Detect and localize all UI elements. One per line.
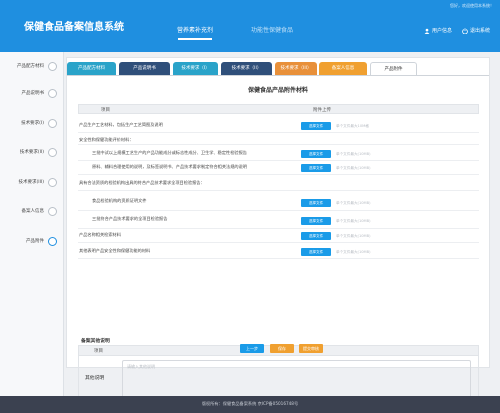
tab-tech-2[interactable]: 技术要求（II） (221, 62, 272, 75)
user-icon (424, 28, 430, 34)
tab-manual[interactable]: 产品说明书 (119, 62, 170, 75)
tab-divider (67, 75, 489, 76)
file-size-hint: 单个文件最大(10MB) (336, 166, 371, 170)
choose-file-button[interactable]: 选择文件 (301, 150, 331, 158)
col-header-item: 项目 (101, 108, 110, 113)
other-notes-placeholder: 请输入其他说明 (127, 364, 155, 369)
step-label: 产品附件 (26, 239, 44, 244)
table-row: 产品生产工艺材料，包括生产工艺简图及说明 选择文件 单个文件最大10M格 (78, 119, 479, 133)
other-section-title: 备案其他说明 (81, 339, 110, 344)
sidebar-step-formula[interactable]: 产品配方材料 (0, 60, 64, 74)
sidebar-step-tech-3[interactable]: 技术要求(III) (0, 176, 64, 190)
step-dot (48, 178, 57, 187)
step-label: 产品说明书 (21, 91, 45, 96)
row-label: 食品检验机构的资质证明文件 (92, 198, 147, 203)
step-dot (48, 62, 57, 71)
table-row: 食品检验机构的资质证明文件 选择文件 单个文件最大(10MB) (78, 195, 479, 211)
footer: 版权所有：保健食品备案系统 京ICP备05016748号 (0, 396, 500, 413)
step-dot (48, 89, 57, 98)
page-title: 保健食品产品附件材料 (247, 87, 308, 94)
nav-nutrient-supplement[interactable]: 营养素补充剂 (168, 24, 222, 44)
save-button[interactable]: 保存 (270, 344, 294, 353)
tab-tech-1[interactable]: 技术要求（I） (173, 62, 218, 75)
form-card: 产品配方材料 产品说明书 技术要求（I） 技术要求（II） 技术要求（III） … (66, 57, 490, 409)
sidebar-step-filer[interactable]: 备案人信息 (0, 205, 64, 219)
file-size-hint: 单个文件最大(10MB) (336, 201, 371, 205)
choose-file-button[interactable]: 选择文件 (301, 217, 331, 225)
choose-file-button[interactable]: 选择文件 (301, 248, 331, 256)
row-label: 其他表明产品安全性和保健功能的材料 (79, 248, 151, 253)
copyright-text: 版权所有：保健食品备案系统 京ICP备05016748号 (201, 401, 299, 406)
submit-review-button[interactable]: 提交审核 (299, 344, 323, 353)
file-size-hint: 单个文件最大10M格 (336, 124, 369, 128)
tab-filer-info[interactable]: 备案人信息 (319, 62, 367, 75)
table-row: 三批中试以上规模工艺生产的产品功能成分或标志性成分、卫生学、稳定性检验报告 选择文… (78, 147, 479, 161)
step-dot (48, 207, 57, 216)
row-label: 具有合法资质的检验机构出具的符合产品技术要求全项目检验报告： (79, 180, 205, 185)
active-underline (178, 38, 212, 40)
action-bar: 上一步 保存 提交审核 (0, 344, 500, 354)
table-row: 具有合法资质的检验机构出具的符合产品技术要求全项目检验报告： (78, 177, 479, 191)
sidebar-step-attachments[interactable]: 产品附件 (0, 235, 64, 249)
user-info-label: 用户信息 (432, 28, 453, 34)
step-dot (48, 119, 57, 128)
row-label: 原料、辅料合理使用的说明，及标签说明书、产品技术要求制定符合相关法规的说明 (92, 164, 247, 169)
file-size-hint: 单个文件最大(10MB) (336, 234, 371, 238)
table-row: 其他表明产品安全性和保健功能的材料 选择文件 单个文件最大(10MB) (78, 245, 479, 259)
file-size-hint: 单个文件最大(10MB) (336, 250, 371, 254)
table-row: 三批符合产品技术要求的全项目检验报告 选择文件 单个文件最大(10MB) (78, 213, 479, 229)
table-row: 产品名称相关检索材料 选择文件 单个文件最大(10MB) (78, 229, 479, 243)
prev-step-button[interactable]: 上一步 (240, 344, 264, 353)
choose-file-button[interactable]: 选择文件 (301, 122, 331, 130)
choose-file-button[interactable]: 选择文件 (301, 232, 331, 240)
app-title: 保健食品备案信息系统 (24, 22, 124, 33)
step-label: 备案人信息 (21, 209, 45, 214)
logout-link[interactable]: 退出系统 (462, 27, 490, 34)
nav-label: 功能性保健食品 (250, 27, 293, 34)
step-dot (48, 148, 57, 157)
tab-tech-3[interactable]: 技术要求（III） (275, 62, 317, 75)
file-size-hint: 单个文件最大(10MB) (336, 152, 371, 156)
tab-attachments[interactable]: 产品附件 (370, 62, 417, 76)
power-icon (462, 27, 468, 34)
step-label: 产品配方材料 (17, 64, 44, 69)
row-label: 三批中试以上规模工艺生产的产品功能成分或标志性成分、卫生学、稳定性检验报告 (92, 150, 247, 155)
sidebar-step-manual[interactable]: 产品说明书 (0, 87, 64, 101)
choose-file-button[interactable]: 选择文件 (301, 164, 331, 172)
logout-label: 退出系统 (470, 28, 491, 34)
row-label: 产品生产工艺材料，包括生产工艺简图及说明 (79, 122, 163, 127)
col-header-upload: 附件上传 (313, 108, 331, 113)
file-size-hint: 单个文件最大(10MB) (336, 219, 371, 223)
step-label: 技术要求(I) (21, 121, 44, 126)
row-label: 安全性和保健功能评价材料： (79, 137, 134, 142)
row-label: 三批符合产品技术要求的全项目检验报告 (92, 216, 168, 221)
step-dot (48, 237, 57, 246)
nav-functional-food[interactable]: 功能性保健食品 (232, 24, 312, 40)
table-row: 原料、辅料合理使用的说明，及标签说明书、产品技术要求制定符合相关法规的说明 选择文… (78, 161, 479, 175)
top-bar: 您好，欢迎使用本系统！ 保健食品备案信息系统 营养素补充剂 功能性保健食品 用户… (0, 0, 500, 52)
user-info-link[interactable]: 用户信息 (424, 27, 452, 34)
sidebar-step-tech-2[interactable]: 技术要求(II) (0, 146, 64, 160)
step-label: 技术要求(III) (18, 180, 45, 185)
table-header: 项目 附件上传 (78, 104, 479, 114)
step-label: 技术要求(II) (19, 150, 44, 155)
tab-formula[interactable]: 产品配方材料 (67, 62, 116, 75)
welcome-note: 您好，欢迎使用本系统！ (450, 3, 494, 8)
other-notes-label: 其他说明 (85, 376, 105, 381)
choose-file-button[interactable]: 选择文件 (301, 199, 331, 207)
nav-label: 营养素补充剂 (176, 27, 213, 34)
sidebar-step-tech-1[interactable]: 技术要求(I) (0, 117, 64, 131)
row-label: 产品名称相关检索材料 (79, 232, 121, 237)
table-row: 安全性和保健功能评价材料： (78, 134, 479, 145)
